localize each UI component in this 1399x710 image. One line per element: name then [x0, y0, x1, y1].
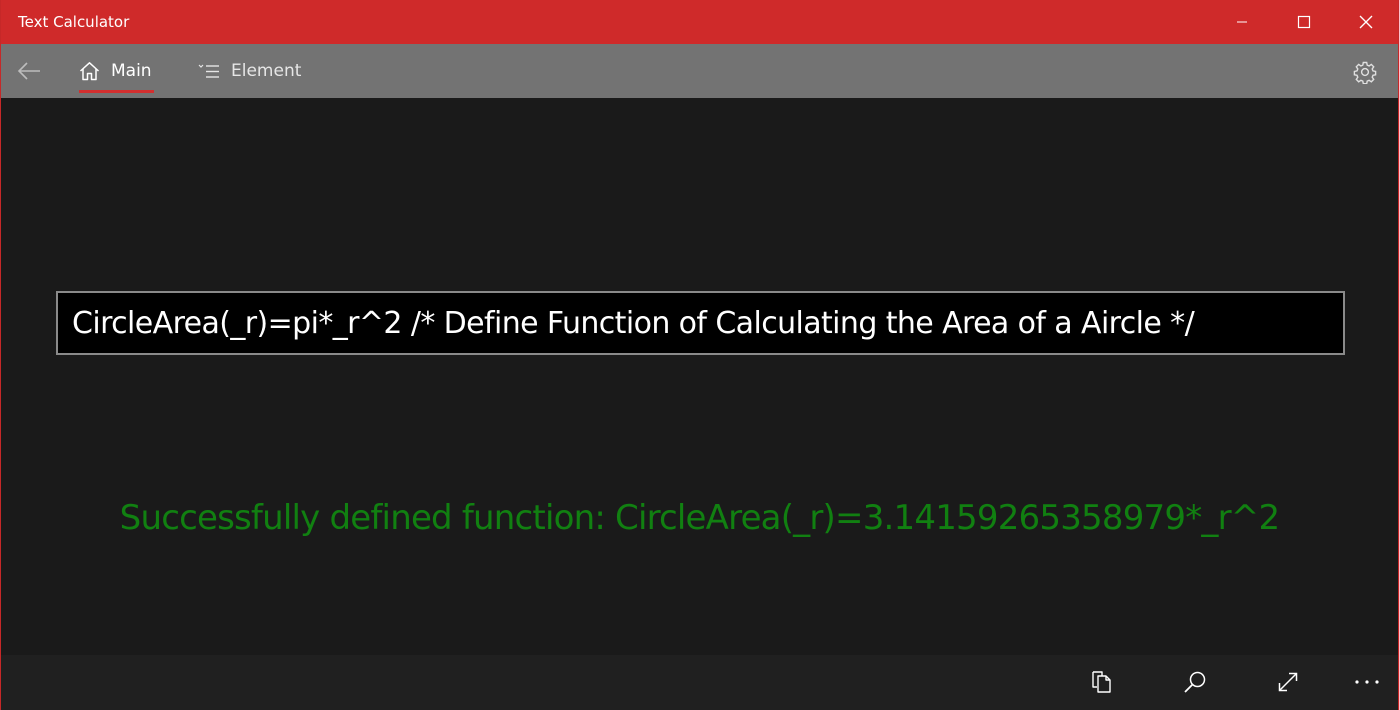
more-button[interactable]	[1347, 663, 1387, 701]
command-bar	[1, 655, 1398, 710]
tab-main-label: Main	[111, 61, 152, 81]
tab-element-label: Element	[231, 61, 302, 81]
home-icon	[79, 61, 100, 81]
back-button[interactable]	[11, 54, 47, 88]
minimize-icon	[1237, 21, 1247, 23]
app-window: Text Calculator Main Element CircleArea(…	[0, 0, 1399, 710]
expand-icon	[1278, 672, 1298, 692]
nav-bar: Main Element	[1, 44, 1398, 98]
more-icon	[1355, 680, 1379, 684]
main-content: Successfully defined function: CircleAre…	[1, 98, 1398, 655]
tab-element[interactable]: Element	[198, 44, 301, 98]
copy-button[interactable]	[1082, 663, 1122, 701]
window-title: Text Calculator	[18, 13, 130, 31]
close-icon	[1359, 15, 1373, 29]
settings-button[interactable]	[1351, 58, 1379, 86]
result-text: Successfully defined function: CircleAre…	[119, 498, 1280, 538]
maximize-button[interactable]	[1281, 0, 1327, 44]
gear-icon	[1353, 61, 1377, 84]
copy-icon	[1092, 671, 1111, 693]
search-button[interactable]	[1175, 663, 1215, 701]
selected-tab-indicator	[79, 90, 154, 93]
title-bar: Text Calculator	[1, 0, 1398, 44]
expression-input[interactable]	[56, 291, 1345, 355]
maximize-icon	[1297, 15, 1311, 29]
list-icon	[198, 63, 220, 79]
expand-button[interactable]	[1268, 663, 1308, 701]
back-arrow-icon	[17, 62, 40, 80]
minimize-button[interactable]	[1219, 0, 1265, 44]
close-button[interactable]	[1343, 0, 1389, 44]
search-icon	[1184, 671, 1206, 693]
